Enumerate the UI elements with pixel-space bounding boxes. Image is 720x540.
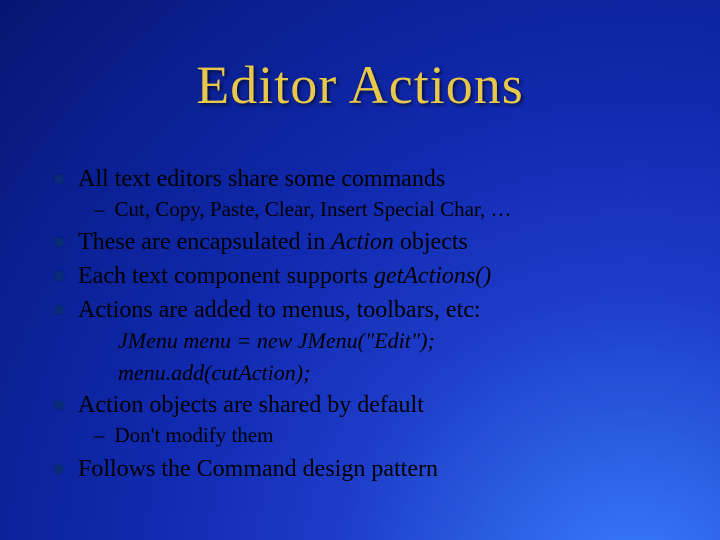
bullet-icon (54, 400, 64, 410)
bullet-icon (54, 305, 64, 315)
bullet-text: All text editors share some commands (78, 164, 690, 194)
bullet-6: Follows the Command design pattern (54, 454, 690, 484)
text-segment: objects (394, 229, 468, 255)
bullet-text: Follows the Command design pattern (78, 454, 690, 484)
sub-bullet-text: Don't modify them (115, 422, 691, 449)
bullet-5: Action objects are shared by default (54, 390, 690, 420)
bullet-text: Each text component supports getActions(… (78, 261, 690, 291)
sub-bullet-1-1: – Cut, Copy, Paste, Clear, Insert Specia… (94, 196, 690, 223)
bullet-1: All text editors share some commands (54, 164, 690, 194)
slide-body: All text editors share some commands – C… (54, 160, 690, 486)
slide: Editor Actions All text editors share so… (0, 0, 720, 540)
slide-title: Editor Actions (0, 54, 720, 116)
bullet-3: Each text component supports getActions(… (54, 261, 690, 291)
text-segment: Each text component supports (78, 263, 374, 289)
bullet-icon (54, 271, 64, 281)
text-segment: These are encapsulated in (78, 229, 331, 255)
bullet-text: Action objects are shared by default (78, 390, 690, 420)
sub-bullet-text: Cut, Copy, Paste, Clear, Insert Special … (115, 196, 691, 223)
bullet-icon (54, 464, 64, 474)
code-line-2: menu.add(cutAction); (118, 359, 690, 387)
dash-icon: – (94, 422, 105, 449)
bullet-icon (54, 237, 64, 247)
text-italic: Action (331, 229, 394, 255)
sub-bullet-5-1: – Don't modify them (94, 422, 690, 449)
bullet-text: These are encapsulated in Action objects (78, 227, 690, 257)
bullet-4: Actions are added to menus, toolbars, et… (54, 295, 690, 325)
bullet-icon (54, 174, 64, 184)
bullet-2: These are encapsulated in Action objects (54, 227, 690, 257)
text-italic: getActions() (374, 263, 491, 289)
code-line-1: JMenu menu = new JMenu("Edit"); (118, 327, 690, 355)
bullet-text: Actions are added to menus, toolbars, et… (78, 295, 690, 325)
dash-icon: – (94, 196, 105, 223)
